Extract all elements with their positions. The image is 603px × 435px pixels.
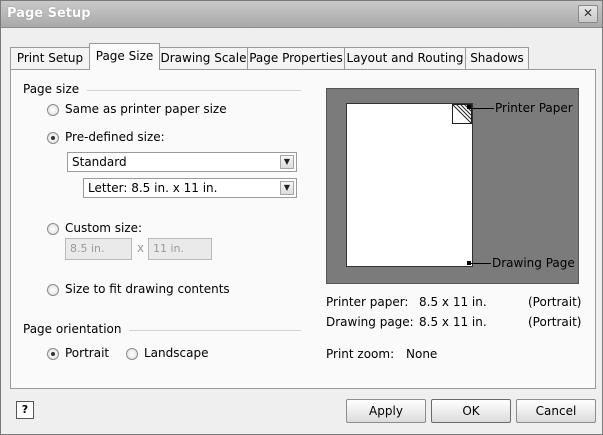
- printer-paper-key: Printer paper:: [326, 295, 409, 309]
- apply-button[interactable]: Apply: [346, 399, 426, 423]
- drawing-page-caption: Drawing Page: [492, 256, 575, 270]
- help-button[interactable]: ?: [16, 401, 34, 419]
- preview-paper: [346, 103, 473, 267]
- group-divider: [129, 330, 301, 331]
- title-bar[interactable]: Page Setup ✕: [1, 1, 602, 28]
- radio-size-to-fit[interactable]: [47, 284, 59, 296]
- tab-print-setup[interactable]: Print Setup: [10, 47, 90, 69]
- printer-paper-orientation: (Portrait): [528, 295, 582, 309]
- custom-size-label[interactable]: Custom size:: [65, 221, 142, 235]
- radio-portrait[interactable]: [47, 348, 59, 360]
- chevron-down-icon[interactable]: ▼: [280, 155, 294, 169]
- page-size-group-label: Page size: [23, 82, 80, 96]
- predefined-category-select[interactable]: Standard ▼: [67, 152, 297, 172]
- radio-predefined-size[interactable]: [47, 132, 59, 144]
- custom-size-separator: x: [137, 241, 145, 255]
- printer-paper-value: 8.5 x 11 in.: [419, 295, 487, 309]
- same-as-printer-label[interactable]: Same as printer paper size: [65, 102, 227, 116]
- group-divider: [87, 90, 301, 91]
- size-to-fit-label[interactable]: Size to fit drawing contents: [65, 282, 230, 296]
- tab-drawing-scale[interactable]: Drawing Scale: [159, 47, 248, 69]
- page-setup-dialog: Page Setup ✕ Print Setup Page Size Drawi…: [0, 0, 603, 435]
- tab-page-size[interactable]: Page Size: [89, 43, 160, 70]
- printer-paper-leader: [469, 108, 494, 109]
- drawing-page-orientation: (Portrait): [528, 315, 582, 329]
- radio-same-as-printer[interactable]: [47, 104, 59, 116]
- help-question-icon: ?: [21, 403, 29, 416]
- tab-shadows[interactable]: Shadows: [465, 47, 529, 69]
- predefined-size-value: Letter: 8.5 in. x 11 in.: [88, 181, 218, 195]
- tab-layout-routing[interactable]: Layout and Routing: [344, 47, 466, 69]
- page-preview: Printer Paper Drawing Page: [326, 88, 579, 284]
- predefined-size-label[interactable]: Pre-defined size:: [65, 130, 165, 144]
- predefined-category-value: Standard: [72, 155, 127, 169]
- portrait-label[interactable]: Portrait: [65, 346, 109, 360]
- radio-landscape[interactable]: [126, 348, 138, 360]
- landscape-label[interactable]: Landscape: [144, 346, 208, 360]
- orientation-group-label: Page orientation: [23, 322, 122, 336]
- printer-paper-caption: Printer Paper: [495, 101, 573, 115]
- close-x-icon: ✕: [582, 6, 594, 20]
- custom-width-field[interactable]: 8.5 in.: [65, 238, 132, 260]
- predefined-size-select[interactable]: Letter: 8.5 in. x 11 in. ▼: [83, 178, 297, 198]
- drawing-page-key: Drawing page:: [326, 315, 414, 329]
- close-button[interactable]: ✕: [578, 5, 598, 23]
- tab-page-properties[interactable]: Page Properties: [247, 47, 345, 69]
- drawing-page-value: 8.5 x 11 in.: [419, 315, 487, 329]
- radio-custom-size[interactable]: [47, 223, 59, 235]
- chevron-down-icon[interactable]: ▼: [280, 181, 294, 195]
- drawing-page-leader: [469, 263, 491, 264]
- window-title: Page Setup: [7, 6, 91, 21]
- custom-height-field[interactable]: 11 in.: [148, 238, 212, 260]
- print-zoom-value: None: [406, 347, 438, 361]
- cancel-button[interactable]: Cancel: [516, 399, 596, 423]
- print-zoom-key: Print zoom:: [326, 347, 395, 361]
- ok-button[interactable]: OK: [431, 399, 511, 423]
